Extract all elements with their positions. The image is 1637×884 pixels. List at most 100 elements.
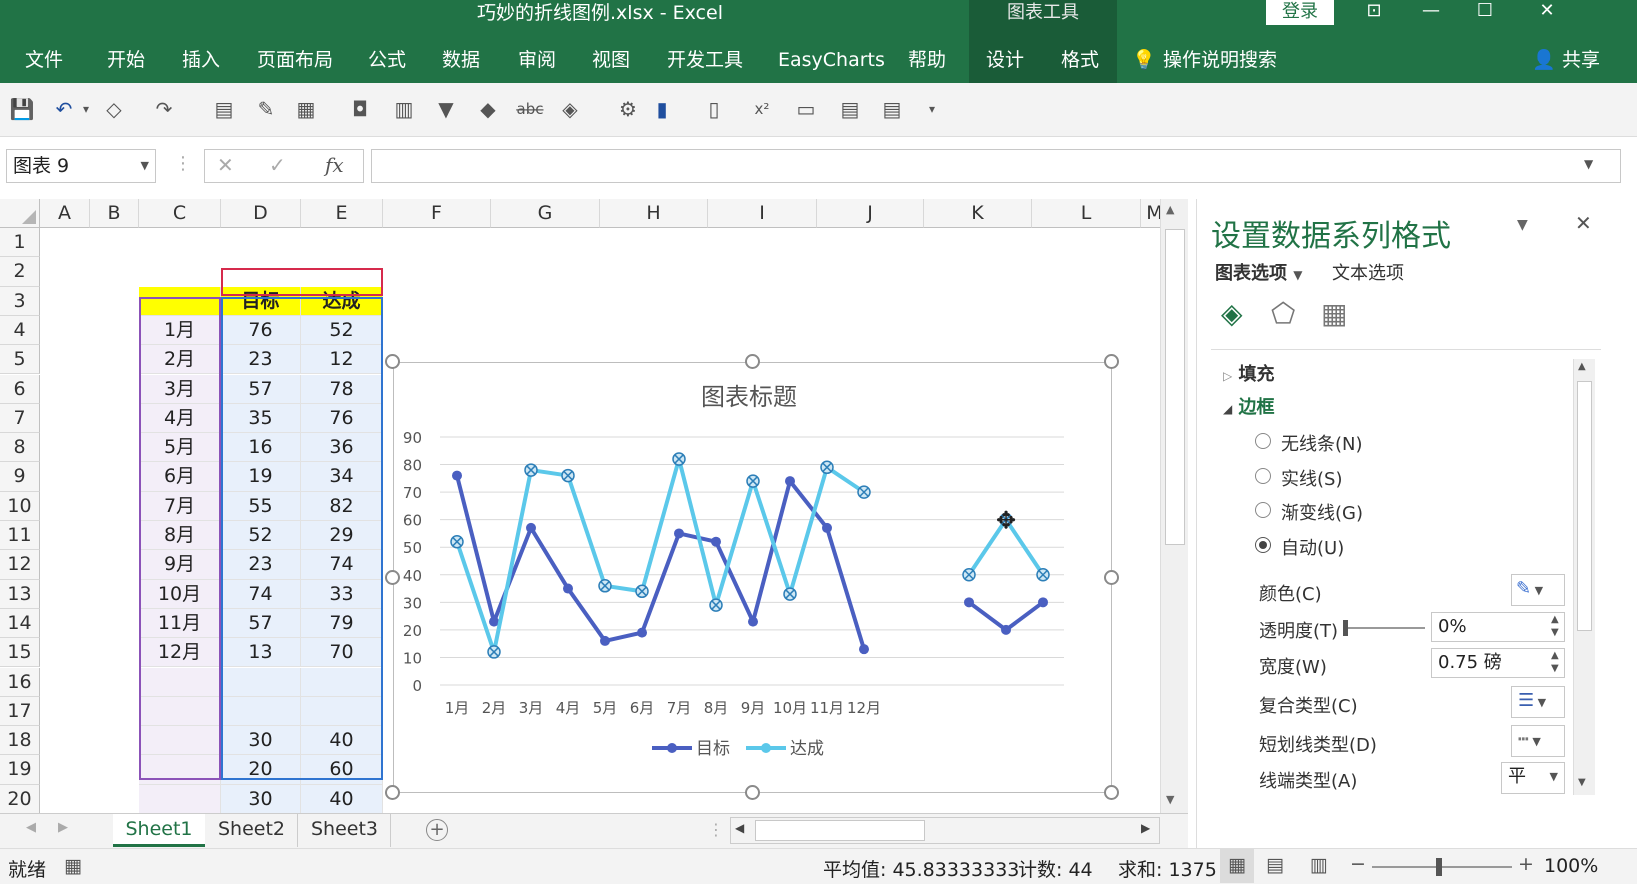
- column-chart-icon[interactable]: ▯: [700, 95, 728, 123]
- legend-data-point[interactable]: [1038, 597, 1048, 608]
- radio-no-line[interactable]: [1255, 433, 1271, 449]
- row-header[interactable]: 20: [0, 784, 40, 814]
- sheet-tab-2[interactable]: Sheet2: [206, 814, 298, 847]
- pane-scroll-up-icon[interactable]: ▲: [1578, 361, 1586, 372]
- data-point[interactable]: [859, 644, 869, 655]
- row-header[interactable]: 4: [0, 315, 40, 346]
- data-point[interactable]: [563, 583, 573, 594]
- cell[interactable]: [139, 784, 221, 814]
- tab-file[interactable]: 文件: [25, 40, 63, 83]
- maximize-icon[interactable]: ☐: [1460, 0, 1510, 26]
- option-solid-line-label[interactable]: 实线(S): [1281, 465, 1342, 491]
- undo-dropdown-icon[interactable]: ▾: [72, 95, 100, 123]
- vertical-scrollbar[interactable]: ▲ ▼: [1160, 199, 1188, 813]
- legend-data-point[interactable]: [1001, 624, 1011, 635]
- column-header[interactable]: I: [708, 199, 817, 228]
- cell[interactable]: 30: [221, 784, 301, 814]
- sheet-tab-3[interactable]: Sheet3: [299, 814, 391, 847]
- ribbon-display-icon[interactable]: ⊡: [1349, 0, 1399, 26]
- row-header[interactable]: 12: [0, 550, 40, 580]
- column-header[interactable]: F: [383, 199, 491, 228]
- column-header[interactable]: H: [600, 199, 708, 228]
- row-header[interactable]: 15: [0, 638, 40, 668]
- horizontal-scrollbar[interactable]: ◀ ▶: [730, 817, 1160, 844]
- splitter-icon[interactable]: ⋮: [708, 820, 724, 839]
- data-point[interactable]: [452, 470, 462, 481]
- transparency-spinner-icon[interactable]: ▲ ▼: [1551, 613, 1559, 639]
- chart-title[interactable]: 图表标题: [701, 383, 797, 411]
- filter-icon[interactable]: ▼: [432, 95, 460, 123]
- radio-automatic[interactable]: [1255, 537, 1271, 553]
- cell[interactable]: 40: [301, 784, 383, 814]
- formula-input[interactable]: [371, 149, 1621, 183]
- color-picker[interactable]: ✎ ▼: [1511, 574, 1565, 606]
- macro-record-icon[interactable]: ▦: [64, 855, 82, 877]
- hscroll-left-icon[interactable]: ◀: [735, 821, 744, 835]
- zoom-slider[interactable]: [1372, 866, 1512, 868]
- tab-review[interactable]: 审阅: [518, 40, 556, 83]
- transparency-slider[interactable]: [1345, 627, 1425, 629]
- clipboard-icon[interactable]: ▤: [210, 95, 238, 123]
- width-input[interactable]: 0.75 磅: [1431, 648, 1565, 678]
- pane-options-chevron-icon[interactable]: ▼: [1517, 217, 1528, 233]
- tab-data[interactable]: 数据: [442, 40, 480, 83]
- legend-data-point[interactable]: [1036, 568, 1050, 582]
- tab-view[interactable]: 视图: [592, 40, 630, 83]
- edit-icon[interactable]: ✎: [252, 95, 280, 123]
- series-line[interactable]: [455, 475, 866, 650]
- data-point[interactable]: [487, 645, 501, 659]
- option-automatic-label[interactable]: 自动(U): [1281, 534, 1344, 560]
- name-box[interactable]: 图表 9 ▼: [6, 149, 156, 183]
- row-header[interactable]: 11: [0, 521, 40, 551]
- page-layout-view-icon[interactable]: ▤: [1266, 854, 1284, 876]
- effects-icon[interactable]: ⬠: [1271, 297, 1295, 330]
- option-no-line-label[interactable]: 无线条(N): [1281, 430, 1363, 456]
- transparency-slider-thumb[interactable]: [1343, 620, 1348, 636]
- column-header[interactable]: C: [139, 199, 221, 228]
- tab-format[interactable]: 格式: [1061, 40, 1099, 83]
- row-header[interactable]: 13: [0, 579, 40, 609]
- cancel-icon[interactable]: ✕: [217, 153, 234, 177]
- row-header[interactable]: 19: [0, 755, 40, 785]
- tab-design[interactable]: 设计: [986, 40, 1024, 83]
- comment-icon[interactable]: ▭: [792, 95, 820, 123]
- data-point[interactable]: [524, 463, 538, 477]
- pane-scroll-thumb[interactable]: [1577, 381, 1592, 631]
- option-gradient-line-label[interactable]: 渐变线(G): [1281, 499, 1363, 525]
- legend-swatch-marker[interactable]: [761, 743, 771, 753]
- sheet-tab-1[interactable]: Sheet1: [113, 814, 205, 847]
- add-sheet-icon[interactable]: +: [426, 819, 448, 841]
- row-header[interactable]: 14: [0, 608, 40, 639]
- compound-type-dropdown[interactable]: ☰ ▼: [1511, 686, 1565, 718]
- resize-handle-l[interactable]: [385, 570, 400, 585]
- form-icon[interactable]: ▥: [390, 95, 418, 123]
- cap-type-dropdown[interactable]: 平 ▼: [1501, 762, 1565, 794]
- customize-toolbar-icon[interactable]: ▾: [918, 95, 946, 123]
- data-point[interactable]: [785, 476, 795, 487]
- transparency-input[interactable]: 0%: [1431, 612, 1565, 642]
- tab-help[interactable]: 帮助: [908, 40, 946, 83]
- table-icon[interactable]: ▦: [292, 95, 320, 123]
- data-point[interactable]: [711, 536, 721, 547]
- row-header[interactable]: 17: [0, 696, 40, 727]
- row-header[interactable]: 3: [0, 286, 40, 316]
- camera-icon[interactable]: ◘: [346, 95, 374, 123]
- data-point[interactable]: [822, 522, 832, 533]
- tab-chart-options[interactable]: 图表选项 ▼: [1215, 259, 1303, 285]
- column-header[interactable]: L: [1032, 199, 1141, 228]
- enter-icon[interactable]: ✓: [269, 153, 286, 177]
- dash-type-dropdown[interactable]: ┅ ▼: [1511, 725, 1565, 757]
- strikethrough-icon[interactable]: a̶b̶c̶: [516, 95, 544, 123]
- scroll-thumb[interactable]: [1165, 229, 1185, 545]
- insert-function-button[interactable]: fx: [325, 153, 344, 177]
- column-header[interactable]: E: [301, 199, 383, 228]
- login-button[interactable]: 登录: [1266, 0, 1334, 25]
- eraser-icon[interactable]: ◆: [474, 95, 502, 123]
- series-options-icon[interactable]: ▦: [1321, 297, 1347, 330]
- normal-view-icon[interactable]: ▦: [1220, 849, 1254, 883]
- tab-easycharts[interactable]: EasyCharts: [778, 40, 885, 83]
- save-icon[interactable]: 💾: [8, 95, 36, 123]
- row-header[interactable]: 1: [0, 228, 40, 258]
- radio-solid-line[interactable]: [1255, 468, 1271, 484]
- pane-close-icon[interactable]: ✕: [1575, 211, 1592, 235]
